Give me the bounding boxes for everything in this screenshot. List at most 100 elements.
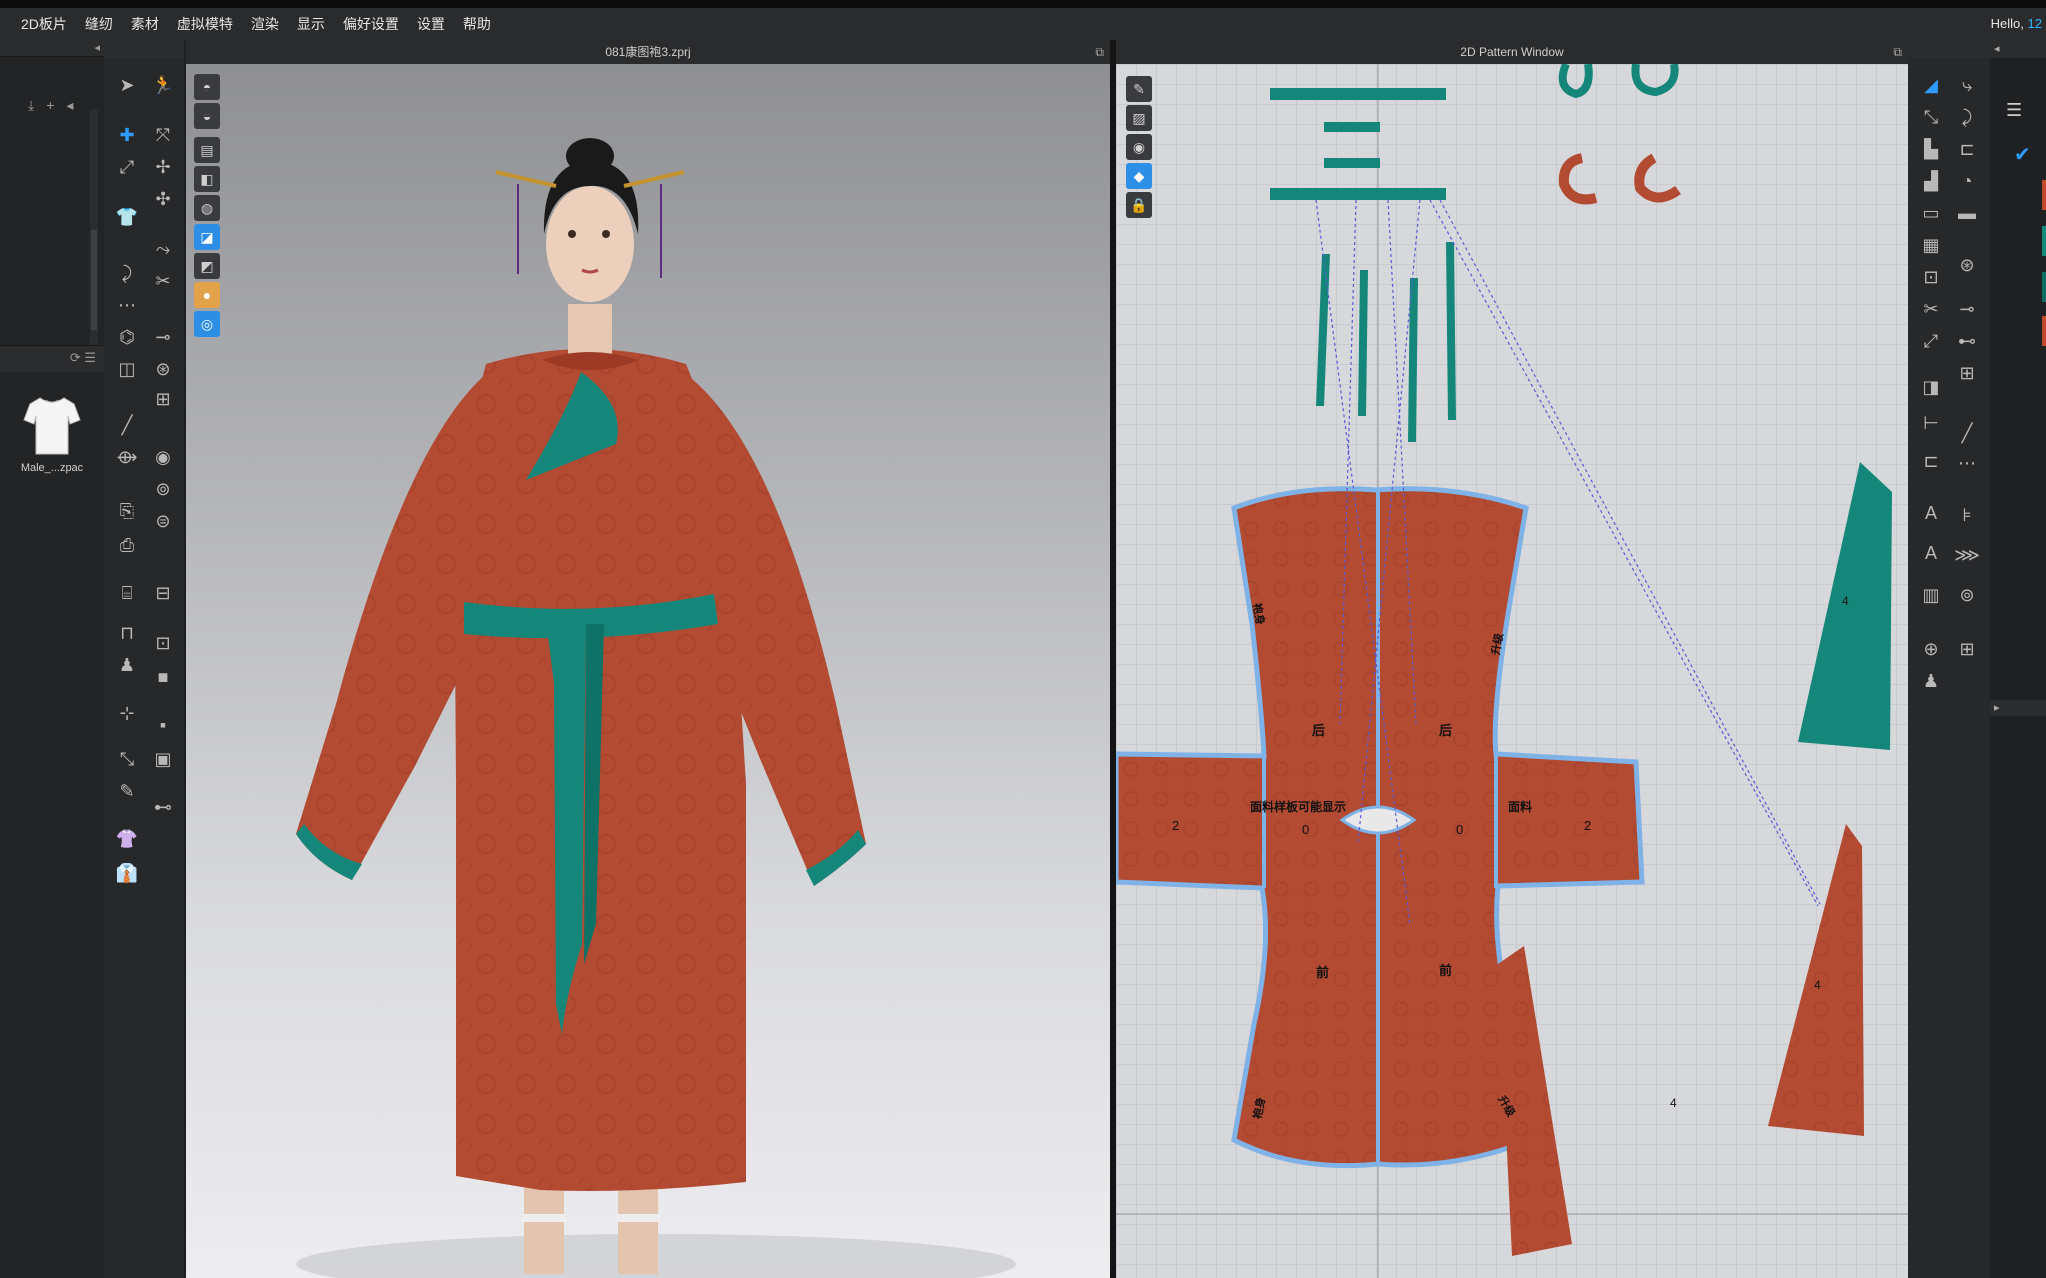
avatar-measure-icon[interactable]: ⊟ <box>148 580 178 606</box>
line-icon[interactable]: ╱ <box>112 412 142 438</box>
panel-icon[interactable]: ▣ <box>148 746 178 772</box>
record-icon[interactable]: ⊚ <box>1952 582 1982 608</box>
tape-icon[interactable]: ⊸ <box>148 324 178 350</box>
maximize-icon[interactable]: ⧉ <box>1095 40 1104 64</box>
collapse-right-icon[interactable]: ◂ <box>1994 42 2000 55</box>
hole-icon[interactable]: ▬ <box>1952 200 1982 226</box>
gizmo-icon[interactable]: ⤧ <box>148 122 178 148</box>
point-icon[interactable]: ◉ <box>148 444 178 470</box>
internal-shape-icon[interactable]: ▟ <box>1916 168 1946 194</box>
pattern-strip[interactable] <box>1316 254 1330 406</box>
zipper-icon[interactable]: ⊞ <box>148 386 178 412</box>
user-greeting[interactable]: Hello, 12 <box>1991 8 2046 40</box>
segment-icon[interactable]: ⋯ <box>112 292 142 318</box>
elastic-icon[interactable]: ⊷ <box>1952 328 1982 354</box>
arrangement-icon[interactable]: ⊹ <box>112 700 142 726</box>
box-icon[interactable]: ■ <box>148 664 178 690</box>
add-icon[interactable]: + <box>46 97 54 117</box>
pattern-strip[interactable] <box>1446 242 1456 420</box>
3d-viewport[interactable]: ◓ ◒ ▤ ◧ ◍ ◪ ◩ ● ◎ <box>186 64 1110 1278</box>
circle-icon[interactable]: ◔ <box>1952 168 1982 194</box>
list-view-icon[interactable]: ☰ <box>2006 100 2022 121</box>
graphic-icon[interactable]: ⎘ <box>112 498 142 524</box>
select-mesh-icon[interactable]: ⤡ <box>112 746 142 772</box>
pattern-strip[interactable] <box>1270 88 1446 100</box>
transform-pattern-icon[interactable]: ◢ <box>1916 72 1946 98</box>
pose-icon[interactable]: 🏃 <box>148 72 178 98</box>
text-annotation-icon[interactable]: A <box>1916 500 1946 526</box>
fabric-swatch-teal-dark[interactable] <box>2042 272 2046 302</box>
edit-curvature-icon[interactable]: ⤡ <box>1916 104 1946 130</box>
library-scrollbar[interactable] <box>90 110 98 370</box>
grading-icon[interactable]: ⊏ <box>1916 448 1946 474</box>
pattern-pieces[interactable] <box>1116 64 1908 1278</box>
camera-icon[interactable]: ⎙ <box>112 532 142 558</box>
pattern-strip[interactable] <box>1324 122 1380 132</box>
dart-icon[interactable]: ▭ <box>1916 200 1946 226</box>
select-icon[interactable]: ➤ <box>112 72 142 98</box>
menu-sewing[interactable]: 缝纫 <box>76 14 122 34</box>
cut-pattern-icon[interactable]: ✂ <box>1916 296 1946 322</box>
button-tool-icon[interactable]: ◫ <box>112 356 142 382</box>
2d-viewport[interactable]: ✎ ▨ ◉ ◆ 🔒 后 后 前 前 面料样板可能显示 面料 0 0 2 2 4 … <box>1116 64 1908 1278</box>
table-icon[interactable]: ⊞ <box>1952 636 1982 662</box>
avatar-2d-icon[interactable]: ♟ <box>1916 668 1946 694</box>
fabric-swatch-teal[interactable] <box>2042 226 2046 256</box>
edit-curve-icon[interactable]: ⤳ <box>148 236 178 262</box>
measure-2d-icon[interactable]: ╱ <box>1952 420 1982 446</box>
menu-help[interactable]: 帮助 <box>454 14 500 34</box>
scale-icon[interactable]: ⊧ <box>1952 502 1982 528</box>
segment-sew-icon[interactable]: ⊸ <box>1952 296 1982 322</box>
fabric-swatch-red-2[interactable] <box>2042 316 2046 346</box>
texture-edit-icon[interactable]: ▦ <box>1916 232 1946 258</box>
multi-sew-icon[interactable]: ⊞ <box>1952 360 1982 386</box>
fold-pattern-icon[interactable]: ⊛ <box>1952 252 1982 278</box>
fitting-icon[interactable]: ⊕ <box>1916 636 1946 662</box>
garment-icon[interactable]: 👕 <box>112 204 142 230</box>
menu-settings[interactable]: 设置 <box>408 14 454 34</box>
polygon-icon[interactable]: ▙ <box>1916 136 1946 162</box>
grid-icon[interactable]: ▥ <box>1916 582 1946 608</box>
pattern-strip[interactable] <box>1408 278 1418 442</box>
symmetric-icon[interactable]: ◨ <box>1916 374 1946 400</box>
menu-render[interactable]: 渲染 <box>242 14 288 34</box>
draw-icon[interactable]: ✎ <box>112 778 142 804</box>
download-icon[interactable]: ⤓ <box>28 97 34 117</box>
pin-icon[interactable]: ✢ <box>148 154 178 180</box>
fold-icon[interactable]: ✣ <box>148 186 178 212</box>
move-icon[interactable]: ✚ <box>112 122 142 148</box>
expand-icon[interactable]: ▸ <box>1994 701 2000 714</box>
rectangle-icon[interactable]: ⊏ <box>1952 136 1982 162</box>
maximize-2d-icon[interactable]: ⧉ <box>1893 40 1902 64</box>
figure-icon[interactable]: ♟ <box>112 652 142 678</box>
avatar-with-garment[interactable] <box>186 64 1110 1278</box>
shirt-alt-icon[interactable]: 👔 <box>112 860 142 886</box>
free-sew-icon[interactable]: ⤢ <box>1916 328 1946 354</box>
library-item-male-avatar[interactable]: Male_...zpac <box>14 392 90 474</box>
edit-pattern-icon[interactable]: ⤷ <box>1952 72 1982 98</box>
collapse-arrow-icon[interactable]: ◂ <box>94 41 100 54</box>
shoe-icon[interactable]: ⊓ <box>112 620 142 646</box>
shirt-small-icon[interactable]: 👚 <box>112 826 142 852</box>
curve-point-icon[interactable]: ⤸ <box>1952 104 1982 130</box>
text-icon[interactable]: A <box>1916 540 1946 566</box>
strap-icon[interactable]: ⊷ <box>148 794 178 820</box>
stitch-icon[interactable]: ⤸ <box>112 260 142 286</box>
scroll-thumb[interactable] <box>91 230 97 330</box>
fold-arrange-icon[interactable]: ⌸ <box>112 580 142 606</box>
ruler-icon[interactable]: ⊢ <box>1916 410 1946 436</box>
trace-icon[interactable]: ⊡ <box>1916 264 1946 290</box>
snapshot-icon[interactable]: ⊡ <box>148 630 178 656</box>
menu-materials[interactable]: 素材 <box>122 14 168 34</box>
back-icon[interactable]: ◂ <box>66 97 73 117</box>
fabric-swatch-red[interactable] <box>2042 180 2046 210</box>
square-icon[interactable]: ▪ <box>148 712 178 738</box>
transform-icon[interactable]: ⤢ <box>112 154 142 180</box>
menu-display[interactable]: 显示 <box>288 14 334 34</box>
cut-icon[interactable]: ✂ <box>148 268 178 294</box>
refresh-icon[interactable]: ⟳ ☰ <box>70 350 96 366</box>
pattern-strip[interactable] <box>1358 270 1368 416</box>
buttonhole-icon[interactable]: ⊛ <box>148 356 178 382</box>
pattern-strip[interactable] <box>1324 158 1380 168</box>
line-measure-icon[interactable]: ⋯ <box>1952 450 1982 476</box>
